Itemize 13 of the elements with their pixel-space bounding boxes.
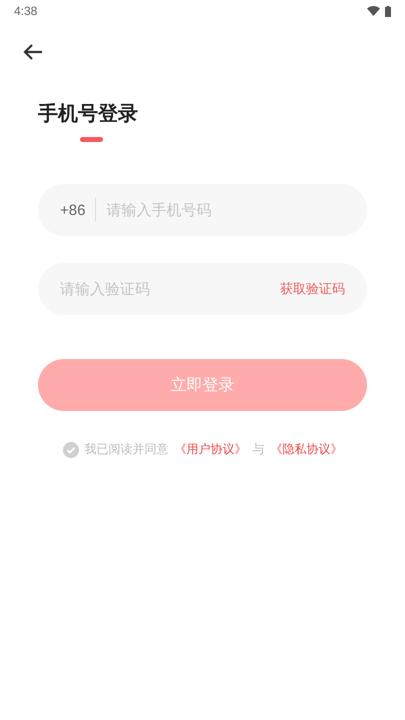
wifi-icon — [367, 6, 380, 16]
battery-icon — [385, 6, 391, 16]
agreement-joiner: 与 — [252, 441, 264, 458]
status-time: 4:38 — [14, 4, 38, 18]
user-agreement-link[interactable]: 《用户协议》 — [174, 441, 246, 458]
privacy-agreement-link[interactable]: 《隐私协议》 — [270, 441, 342, 458]
title-underline — [80, 137, 103, 142]
page-title: 手机号登录 — [38, 100, 138, 127]
agreement-text: 我已阅读并同意 — [84, 441, 168, 458]
checkbox[interactable] — [62, 442, 78, 458]
get-code-link[interactable]: 获取验证码 — [280, 280, 345, 298]
back-arrow-icon[interactable] — [22, 42, 44, 62]
country-code[interactable]: +86 — [60, 202, 86, 218]
